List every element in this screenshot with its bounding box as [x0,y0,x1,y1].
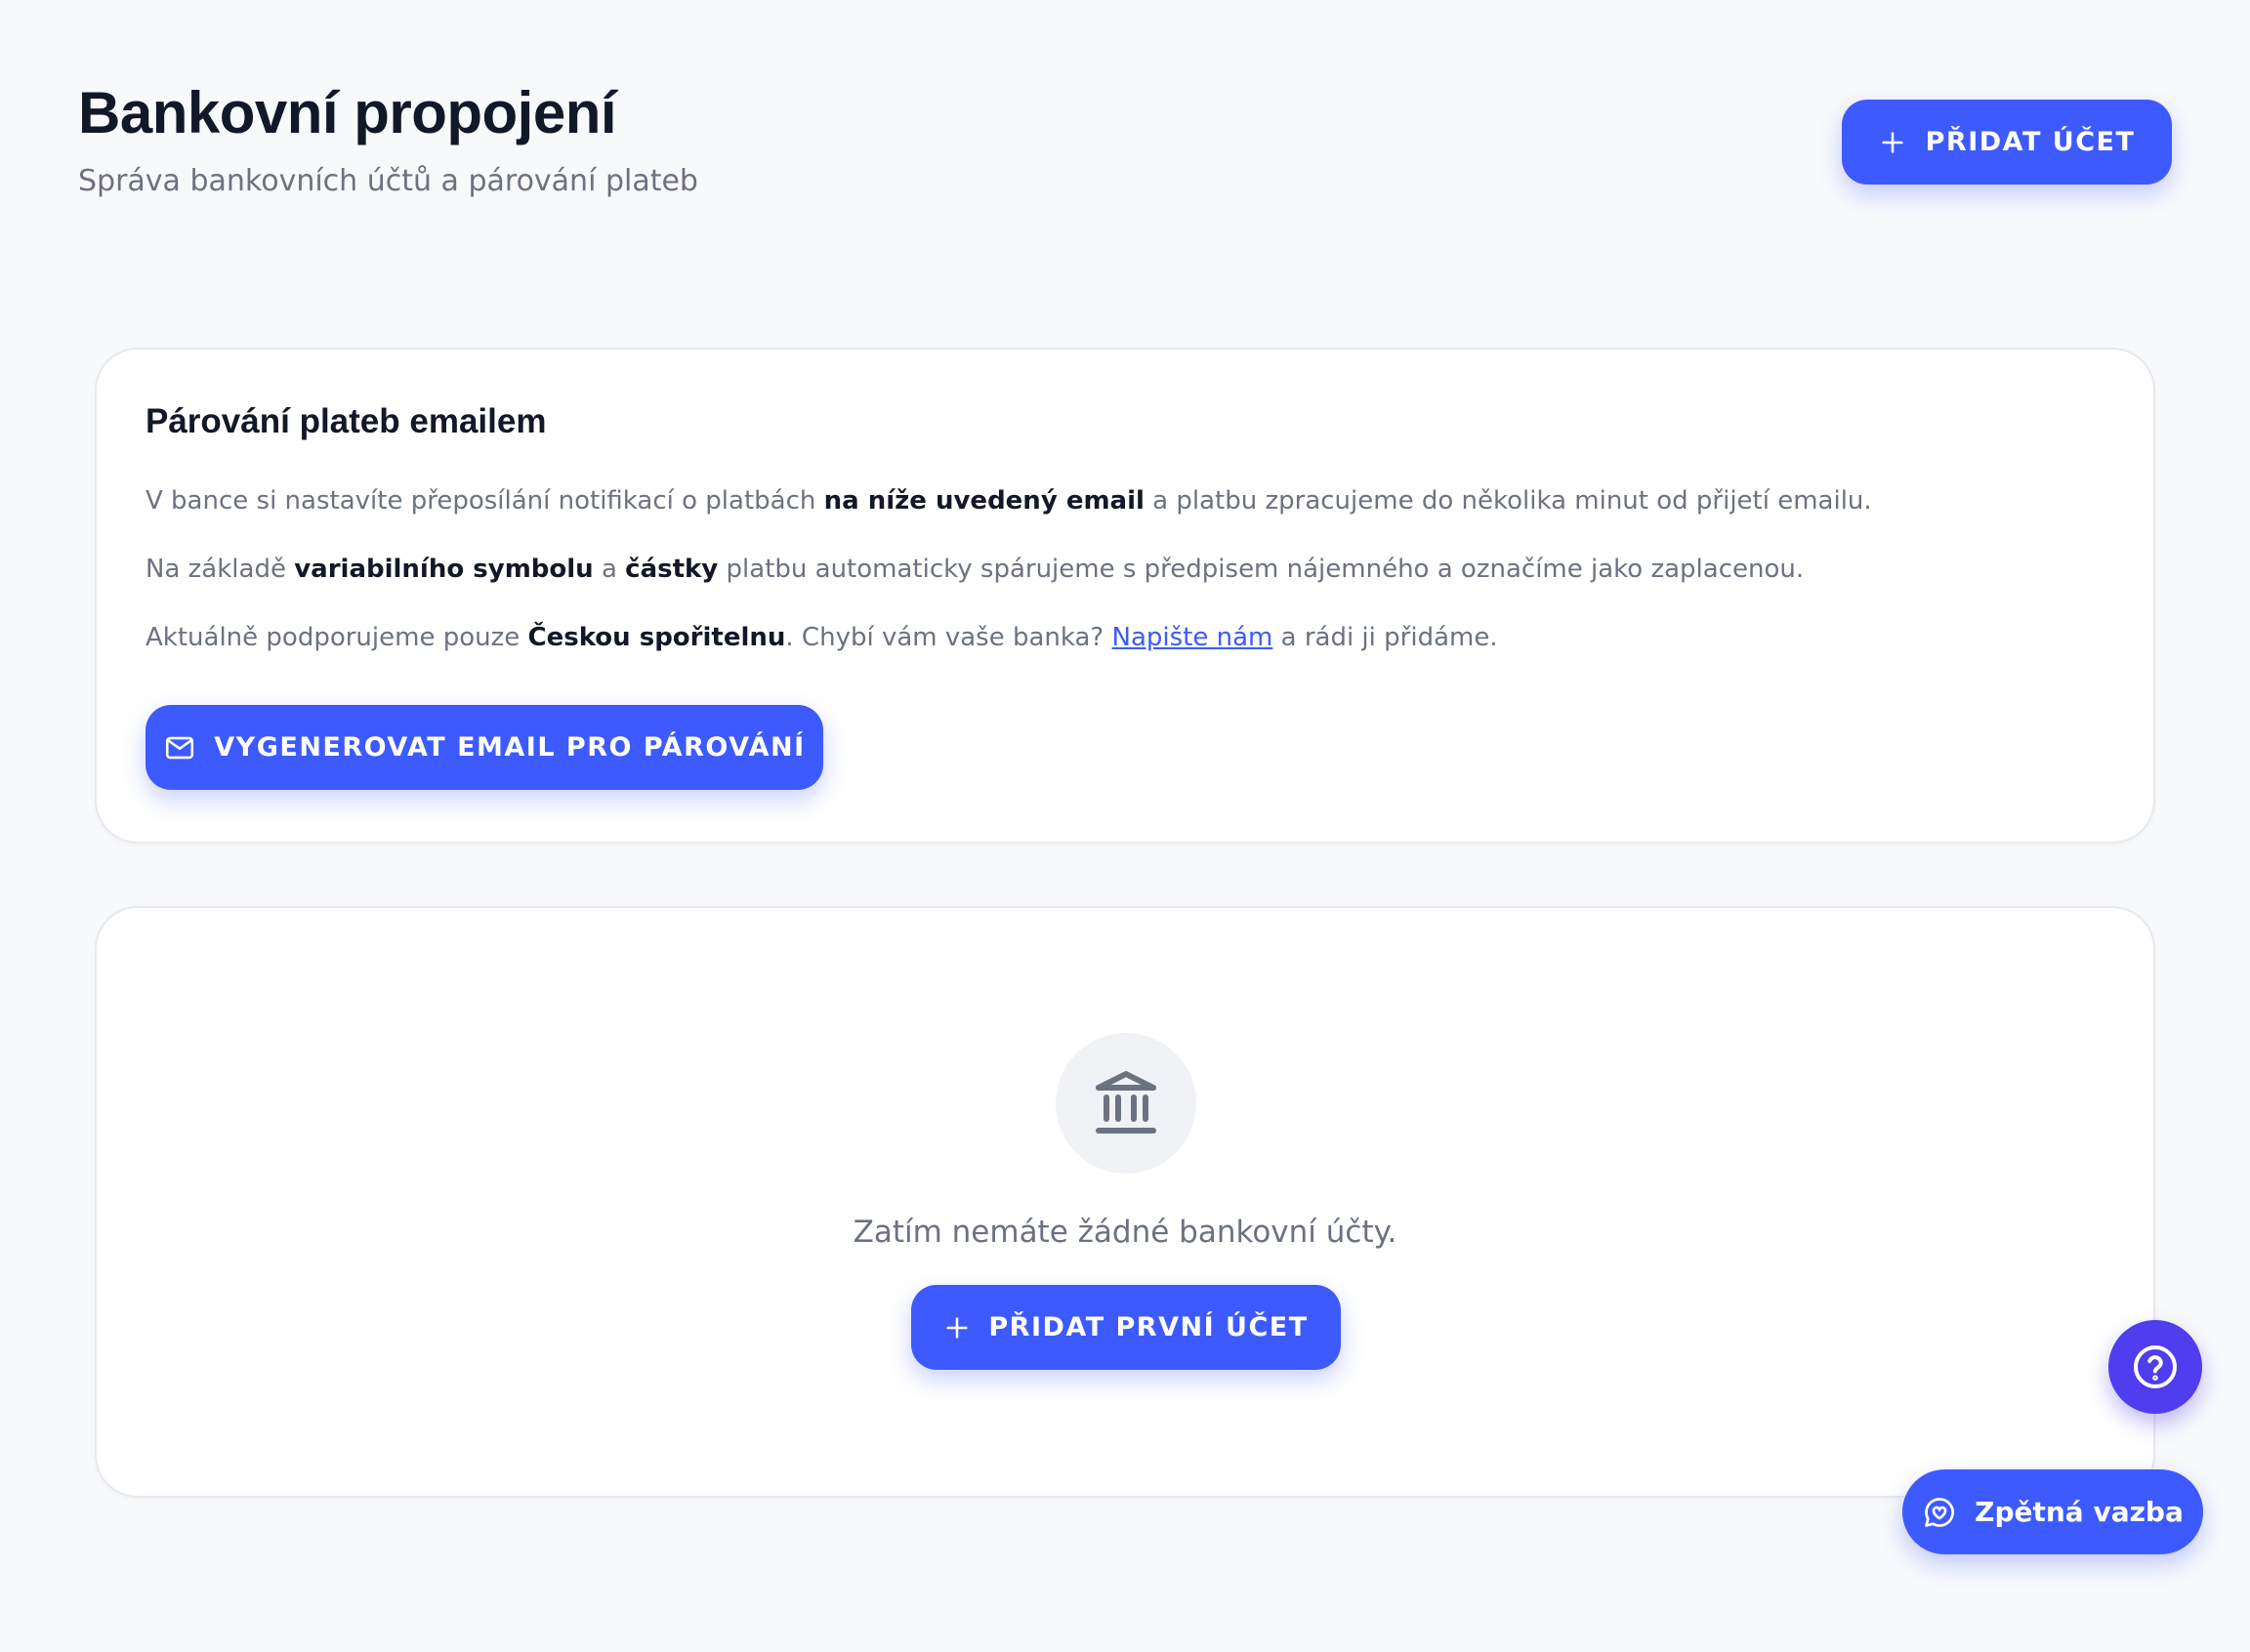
mail-icon [166,736,194,759]
text: a platbu zpracujeme do několika minut od… [1144,486,1872,516]
text: a rádi ji přidáme. [1272,623,1498,652]
emphasis: variabilního symbolu [294,555,594,584]
page-header: Bankovní propojení Správa bankovních účt… [78,78,698,201]
email-matching-card: Párování plateb emailem V bance si nasta… [95,348,2155,844]
contact-us-link[interactable]: Napište nám [1112,623,1273,652]
emphasis: částky [625,555,719,584]
text: a [593,555,626,584]
empty-state-message: Zatím nemáte žádné bankovní účty. [853,1215,1397,1250]
text: . Chybí vám vaše banka? [785,623,1112,652]
help-circle-icon [2134,1345,2177,1388]
bank-accounts-empty-state: Zatím nemáte žádné bankovní účty. Přidat… [95,906,2155,1498]
page-title: Bankovní propojení [78,80,617,145]
help-button[interactable] [2108,1320,2202,1414]
add-first-account-label: Přidat první účet [988,1312,1309,1342]
text: Aktuálně podporujeme pouze [146,623,528,652]
emphasis: Českou spořitelnu [527,623,786,652]
plus-icon [1881,131,1903,153]
supported-banks-paragraph: Aktuálně podporujeme pouze Českou spořit… [146,619,2104,656]
plus-icon [946,1316,968,1339]
bank-icon [1096,1071,1156,1134]
page: Bankovní propojení Správa bankovních účt… [0,0,2250,1652]
text: platbu automaticky spárujeme s předpisem… [718,555,1805,584]
add-account-label: Přidat účet [1925,127,2136,157]
chat-heart-icon [1925,1497,1955,1527]
page-subtitle: Správa bankovních účtů a párování plateb [78,164,698,198]
emphasis: na níže uvedený email [823,486,1145,516]
bank-icon-circle [1056,1033,1196,1174]
matching-rules-paragraph: Na základě variabilního symbolu a částky… [146,551,2104,588]
card-title: Párování plateb emailem [146,402,547,440]
add-account-button[interactable]: Přidat účet [1842,100,2172,185]
text: V bance si nastavíte přeposílání notifik… [146,486,824,516]
text: Na základě [146,555,295,584]
generate-email-label: Vygenerovat email pro párování [214,732,806,763]
feedback-label: Zpětná vazba [1975,1496,2184,1528]
add-first-account-button[interactable]: Přidat první účet [911,1285,1341,1370]
email-instructions-paragraph: V bance si nastavíte přeposílání notifik… [146,482,2104,519]
generate-email-button[interactable]: Vygenerovat email pro párování [146,705,823,790]
feedback-button[interactable]: Zpětná vazba [1902,1469,2203,1554]
